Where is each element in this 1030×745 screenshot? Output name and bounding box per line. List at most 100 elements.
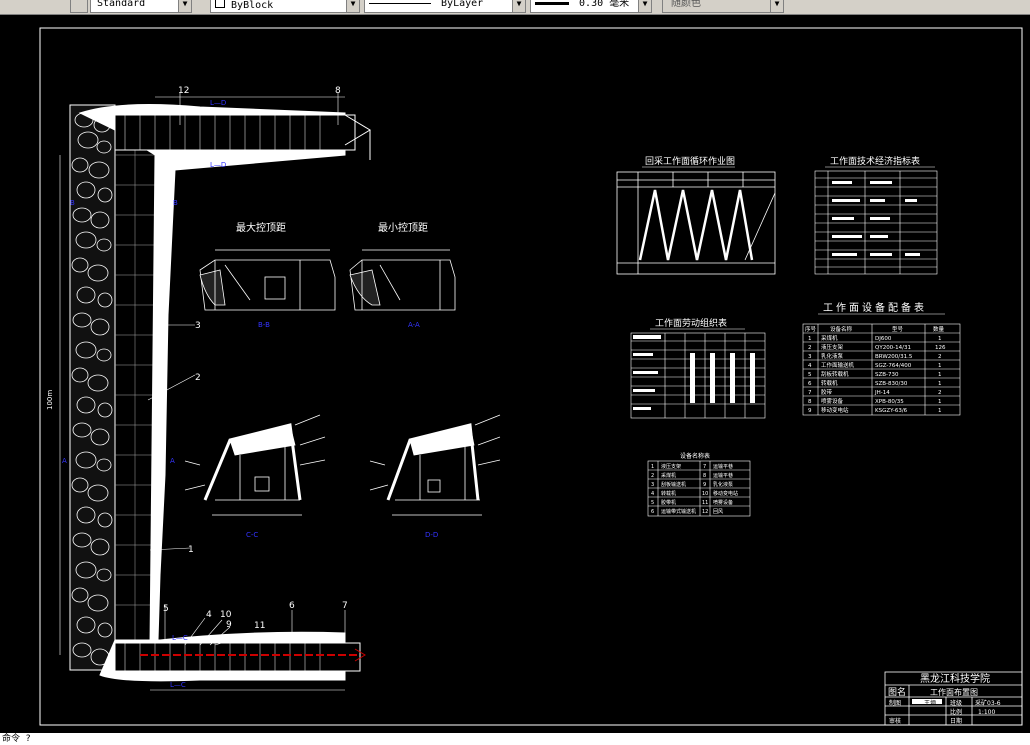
color-select[interactable]: 随颜色 ▼ xyxy=(662,0,784,13)
section-dd-label: D-D xyxy=(425,531,438,539)
label-3: 3 xyxy=(195,321,201,331)
lineweight-select[interactable]: 0.30 毫米 ▼ xyxy=(530,0,652,13)
school-name: 黑龙江科技学院 xyxy=(920,672,990,685)
color-swatch-icon xyxy=(215,0,225,8)
svg-text:9: 9 xyxy=(703,482,706,488)
cycle-title: 回采工作面循环作业图 xyxy=(645,155,735,167)
label-8: 8 xyxy=(335,86,341,96)
svg-text:B: B xyxy=(173,199,178,207)
textstyle-select[interactable]: Standard ▼ xyxy=(90,0,192,13)
linetype-select[interactable]: ByLayer ▼ xyxy=(364,0,526,13)
label-2: 2 xyxy=(195,373,201,383)
drawing-canvas[interactable]: 1 2 3 4 5 6 7 8 9 10 11 12 100m L—D L—D L… xyxy=(0,15,1030,733)
textstyle-value: Standard xyxy=(97,0,146,9)
svg-text:胶带机: 胶带机 xyxy=(661,499,676,506)
svg-text:运输平巷: 运输平巷 xyxy=(713,472,733,479)
tech-title: 工作面技术经济指标表 xyxy=(830,155,920,167)
svg-text:转载机: 转载机 xyxy=(821,379,838,387)
svg-text:班级: 班级 xyxy=(950,699,962,707)
svg-text:转载机: 转载机 xyxy=(661,490,676,497)
cycle-chart xyxy=(616,171,776,275)
svg-text:4: 4 xyxy=(808,363,812,369)
svg-text:刮板转载机: 刮板转载机 xyxy=(821,370,849,378)
svg-text:10: 10 xyxy=(702,491,708,497)
svg-text:1: 1 xyxy=(938,408,942,414)
svg-text:6: 6 xyxy=(651,509,654,515)
textstyle-icon[interactable] xyxy=(70,0,88,13)
svg-text:5: 5 xyxy=(808,372,812,378)
svg-text:比例: 比例 xyxy=(950,708,962,716)
section-bb xyxy=(199,249,336,311)
svg-text:刮板输送机: 刮板输送机 xyxy=(661,481,686,488)
svg-text:7: 7 xyxy=(703,464,706,470)
svg-text:运输带式输送机: 运输带式输送机 xyxy=(661,508,696,515)
lineweight-sample xyxy=(535,1,569,5)
svg-text:2: 2 xyxy=(938,354,942,360)
support-hatch xyxy=(115,130,155,645)
svg-text:采矿03-6: 采矿03-6 xyxy=(975,699,1001,707)
svg-text:XPB-80/35: XPB-80/35 xyxy=(875,399,904,405)
svg-text:1: 1 xyxy=(938,336,942,342)
label-12: 12 xyxy=(178,86,189,96)
layer-select[interactable]: ByBlock ▼ xyxy=(210,0,360,13)
svg-text:胶带: 胶带 xyxy=(821,388,833,396)
section-cc xyxy=(184,414,326,516)
cad-drawing: 1 2 3 4 5 6 7 8 9 10 11 12 100m L—DL—D L… xyxy=(39,27,1023,726)
svg-text:A: A xyxy=(62,457,67,465)
title-block-text: 黑龙江科技学院 图名 工作面布置图 制图 王炳 班级 采矿03-6 比例 1:1… xyxy=(888,672,1001,725)
section-aa xyxy=(349,249,456,311)
label-7: 7 xyxy=(342,601,348,611)
svg-text:喷雾设备: 喷雾设备 xyxy=(821,397,844,405)
chevron-down-icon: ▼ xyxy=(178,0,191,12)
lineweight-value: 0.30 毫米 xyxy=(579,0,630,9)
svg-text:JH-14: JH-14 xyxy=(874,390,890,396)
svg-text:回风: 回风 xyxy=(713,509,723,515)
svg-text:12: 12 xyxy=(702,509,708,515)
svg-text:9: 9 xyxy=(808,408,812,414)
svg-text:BRW200/31.5: BRW200/31.5 xyxy=(875,354,913,360)
label-5: 5 xyxy=(163,604,169,614)
label-11: 11 xyxy=(254,621,265,631)
labor-table xyxy=(630,332,766,419)
equip-head-name: 设备名称 xyxy=(830,325,853,333)
face-plan xyxy=(59,93,371,691)
svg-text:L—C: L—C xyxy=(170,681,186,689)
svg-text:1: 1 xyxy=(938,399,942,405)
section-cc-label: C-C xyxy=(246,531,258,539)
svg-text:SGZ-764/400: SGZ-764/400 xyxy=(875,363,912,369)
svg-text:2: 2 xyxy=(938,390,942,396)
svg-text:126: 126 xyxy=(935,345,946,351)
legend-table-text: 1 液压支架 7 运输平巷 2 采煤机 8 运输平巷 3 刮板输送机 9 乳化液泵 4 转载机 10 移… xyxy=(651,463,738,515)
svg-text:采煤机: 采煤机 xyxy=(661,472,676,479)
svg-text:L—D: L—D xyxy=(210,161,226,169)
equip-head-no: 序号 xyxy=(805,325,817,333)
svg-text:1: 1 xyxy=(938,372,942,378)
min-support-title: 最小控顶距 xyxy=(378,221,428,234)
svg-text:1: 1 xyxy=(651,464,654,470)
svg-text:L—D: L—D xyxy=(210,99,226,107)
svg-text:4: 4 xyxy=(651,491,654,497)
tech-table-fills xyxy=(832,181,920,256)
label-1: 1 xyxy=(188,545,194,555)
svg-text:L—C: L—C xyxy=(172,634,188,642)
drawing-name-label: 图名 xyxy=(888,686,906,698)
svg-text:乳化液泵: 乳化液泵 xyxy=(821,352,844,360)
drawing-title: 工作面布置图 xyxy=(930,687,978,697)
svg-text:液压支架: 液压支架 xyxy=(661,463,681,470)
svg-text:11: 11 xyxy=(702,500,708,506)
svg-text:DJ600: DJ600 xyxy=(875,336,892,342)
svg-text:喷雾设备: 喷雾设备 xyxy=(713,499,733,506)
svg-text:采煤机: 采煤机 xyxy=(821,334,838,342)
command-line[interactable]: 命令 ? xyxy=(0,733,1030,745)
svg-text:1: 1 xyxy=(938,381,942,387)
svg-text:1:100: 1:100 xyxy=(978,709,995,716)
section-dd xyxy=(369,414,501,516)
equip-head-model: 型号 xyxy=(892,325,904,333)
properties-toolbar: Standard ▼ ByBlock ▼ ByLayer ▼ 0.30 毫米 ▼… xyxy=(0,0,1030,15)
svg-text:液压支架: 液压支架 xyxy=(821,343,844,351)
max-support-title: 最大控顶距 xyxy=(236,221,286,234)
chevron-down-icon: ▼ xyxy=(346,0,359,12)
tech-table xyxy=(814,170,938,275)
svg-text:日期: 日期 xyxy=(950,717,962,725)
svg-text:1: 1 xyxy=(938,363,942,369)
